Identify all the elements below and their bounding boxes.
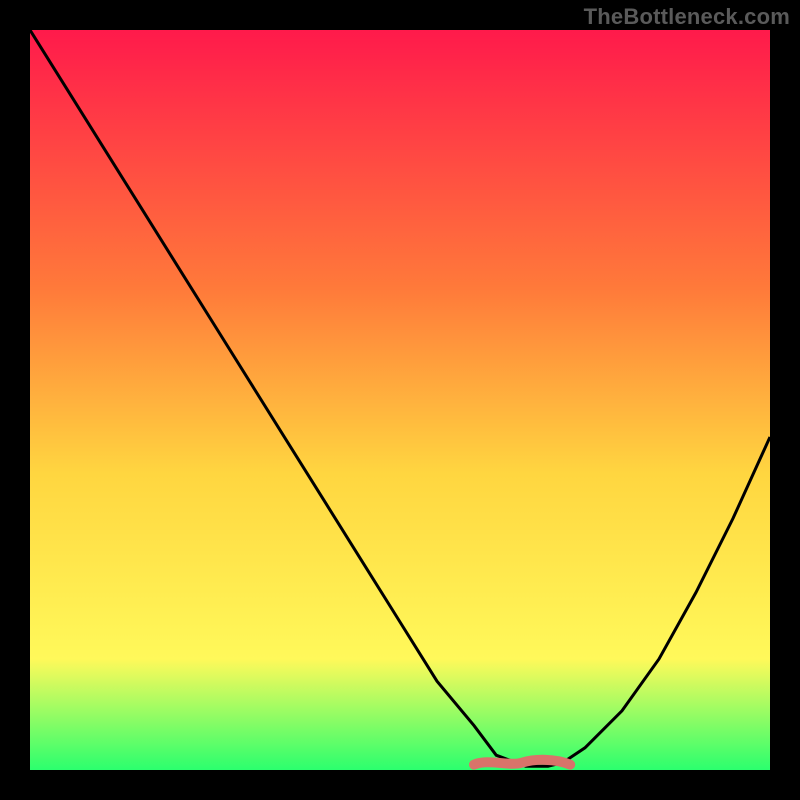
watermark-text: TheBottleneck.com: [584, 4, 790, 30]
plot-area: [30, 30, 770, 770]
optimal-zone-marker: [474, 760, 570, 765]
plot-svg: [30, 30, 770, 770]
chart-frame: TheBottleneck.com: [0, 0, 800, 800]
